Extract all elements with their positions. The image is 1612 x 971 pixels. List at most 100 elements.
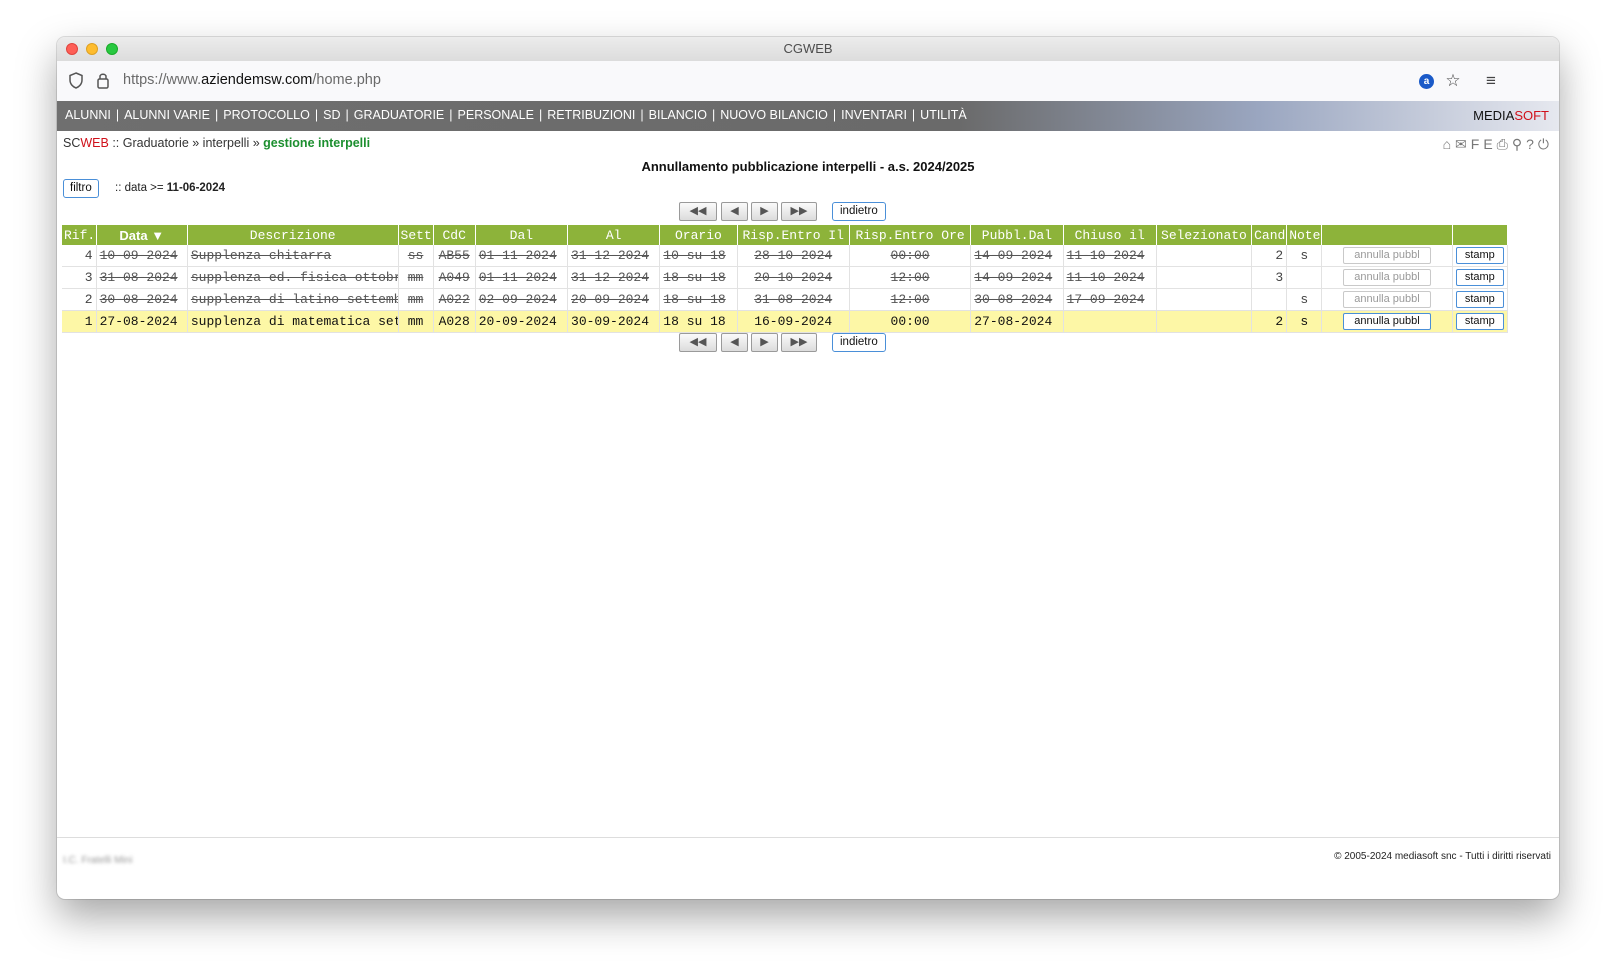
stamp-button[interactable]: stamp (1455, 291, 1504, 308)
menu-item[interactable]: PROTOCOLLO (223, 108, 310, 122)
column-header[interactable]: Chiuso il (1063, 225, 1157, 245)
cell-risp-il: 20-10-2024 (737, 266, 850, 289)
cell-chiuso: 11-10-2024 (1063, 266, 1157, 289)
interpelli-table: Rif. Data ▼ Descrizione Sett CdC Dal Al Orario R… (62, 225, 1509, 333)
cell-risp-il: 31-08-2024 (737, 288, 850, 311)
annulla-pubbl-button[interactable]: annulla pubbl (1342, 247, 1431, 264)
column-header[interactable]: Orario (659, 225, 738, 245)
column-header[interactable]: Descrizione (187, 225, 399, 245)
url-field[interactable]: https://www.aziendemsw.com/home.php (123, 72, 381, 88)
column-header[interactable]: Note (1286, 225, 1323, 245)
annulla-pubbl-button[interactable]: annulla pubbl (1342, 269, 1431, 286)
menu-item[interactable]: BILANCIO (649, 108, 707, 122)
home-icon[interactable]: ⌂ (1443, 136, 1455, 152)
pager-bottom: ◀◀ ◀ ▶ ▶▶ indietro (57, 332, 1559, 352)
cell-orario: 18 su 18 (659, 266, 738, 289)
prev-page-button[interactable]: ◀ (721, 333, 748, 352)
menu-item[interactable]: UTILITÀ (920, 108, 967, 122)
filter-button[interactable]: filtro (63, 179, 99, 198)
annulla-pubbl-button[interactable]: annulla pubbl (1342, 313, 1431, 330)
cell-sett: ss (398, 245, 434, 267)
annulla-pubbl-button[interactable]: annulla pubbl (1342, 291, 1431, 308)
first-page-button[interactable]: ◀◀ (679, 202, 717, 221)
cell-dal: 20-09-2024 (475, 310, 569, 333)
cell-sett: mm (398, 310, 434, 333)
lock-icon[interactable] (94, 72, 112, 90)
mail-icon[interactable]: ✉ (1455, 136, 1471, 152)
shield-icon[interactable] (67, 72, 85, 90)
menu-item[interactable]: PERSONALE (458, 108, 534, 122)
cell-orario: 18 su 18 (659, 288, 738, 311)
fe-label[interactable]: FE (1471, 136, 1497, 152)
next-page-button[interactable]: ▶ (751, 333, 778, 352)
copyright: © 2005-2024 mediasoft snc - Tutti i diri… (1334, 851, 1551, 862)
title-bar: CGWEB (57, 37, 1559, 61)
pager-top: ◀◀ ◀ ▶ ▶▶ indietro (57, 201, 1559, 221)
back-button[interactable]: indietro (832, 333, 886, 352)
column-header[interactable]: Pubbl.Dal (970, 225, 1064, 245)
power-icon[interactable]: ⏻ (1538, 136, 1553, 152)
menu-item[interactable]: INVENTARI (841, 108, 907, 122)
cell-note: s (1286, 245, 1323, 267)
hamburger-menu-icon[interactable]: ≡ (1481, 71, 1501, 91)
column-header[interactable]: Al (567, 225, 661, 245)
back-button[interactable]: indietro (832, 202, 886, 221)
column-header (1452, 225, 1509, 245)
search-icon[interactable]: ⚲ (1512, 136, 1526, 152)
menu-separator: | (712, 108, 716, 122)
cell-data: 31-08-2024 (96, 266, 188, 289)
cell-risp-ore: 12:00 (849, 288, 972, 311)
print-icon[interactable]: ⎙ (1497, 136, 1512, 152)
stamp-button[interactable]: stamp (1455, 313, 1504, 330)
cell-chiuso: 17-09-2024 (1063, 288, 1157, 311)
cell-sel (1156, 245, 1253, 267)
menu-item[interactable]: ALUNNI (65, 108, 111, 122)
table-row: 2 30-08-2024 supplenza di latino settembre… (62, 288, 1509, 311)
app-name-web: WEB (80, 136, 109, 150)
menu-item[interactable]: NUOVO BILANCIO (720, 108, 828, 122)
column-header[interactable]: CdC (433, 225, 476, 245)
table-header-row: Rif. Data ▼ Descrizione Sett CdC Dal Al Orario R… (62, 225, 1509, 245)
cell-data: 30-08-2024 (96, 288, 188, 311)
last-page-button[interactable]: ▶▶ (781, 333, 817, 352)
cell-risp-ore: 12:00 (849, 266, 972, 289)
menu-separator: | (449, 108, 453, 122)
cell-pubbl: 14-09-2024 (970, 266, 1064, 289)
browser-window: CGWEB https://www.aziendemsw.com/home.ph… (57, 37, 1559, 899)
cell-action: annulla pubbl (1321, 266, 1453, 289)
next-page-button[interactable]: ▶ (751, 202, 778, 221)
column-header[interactable]: Selezionato (1156, 225, 1253, 245)
stamp-button[interactable]: stamp (1455, 269, 1504, 286)
column-header[interactable]: Cand (1251, 225, 1288, 245)
cell-data: 27-08-2024 (96, 310, 188, 333)
cell-al: 31-12-2024 (567, 266, 661, 289)
cell-pubbl: 27-08-2024 (970, 310, 1064, 333)
stamp-button[interactable]: stamp (1455, 247, 1504, 264)
column-header[interactable]: Risp.Entro Ore (849, 225, 972, 245)
menu-item[interactable]: RETRIBUZIONI (547, 108, 635, 122)
first-page-button[interactable]: ◀◀ (679, 333, 717, 352)
column-header[interactable]: Risp.Entro Il (737, 225, 850, 245)
column-header[interactable]: Sett (398, 225, 434, 245)
column-header[interactable]: Rif. (62, 225, 97, 245)
cell-rif: 2 (62, 288, 97, 311)
cell-action: annulla pubbl (1321, 310, 1453, 333)
breadcrumb-current: gestione interpelli (263, 136, 371, 150)
cell-sel (1156, 266, 1253, 289)
breadcrumb-path[interactable]: Graduatorie » interpelli » (123, 136, 263, 150)
menu-item[interactable]: GRADUATORIE (354, 108, 445, 122)
column-header[interactable]: Dal (475, 225, 569, 245)
menu-item[interactable]: ALUNNI VARIE (124, 108, 210, 122)
help-icon[interactable]: ? (1526, 136, 1538, 152)
bookmark-star-icon[interactable]: ☆ (1443, 71, 1463, 91)
brand-logo: MEDIASOFT (1473, 108, 1549, 123)
cell-note (1286, 266, 1323, 289)
cell-print: stamp (1452, 266, 1509, 289)
last-page-button[interactable]: ▶▶ (781, 202, 817, 221)
cell-cdc: AB55 (433, 245, 476, 267)
password-manager-icon[interactable]: a (1419, 74, 1434, 89)
menu-item[interactable]: SD (323, 108, 340, 122)
column-header[interactable]: Data ▼ (96, 225, 188, 245)
prev-page-button[interactable]: ◀ (721, 202, 748, 221)
cell-dal: 02-09-2024 (475, 288, 569, 311)
